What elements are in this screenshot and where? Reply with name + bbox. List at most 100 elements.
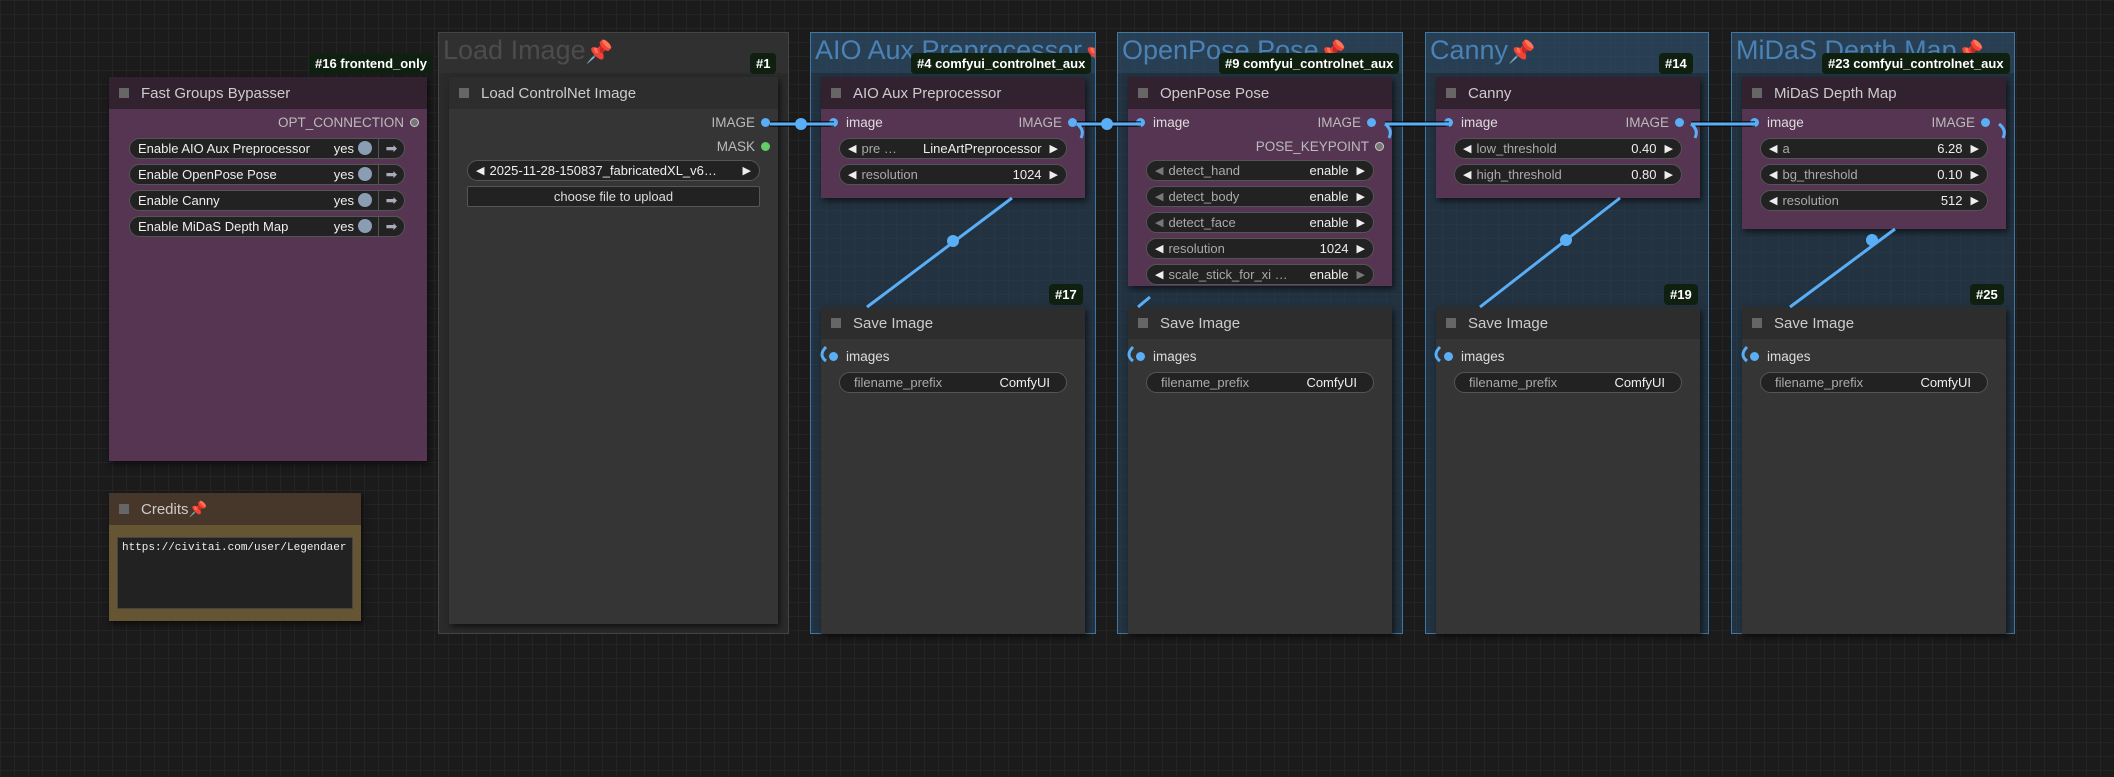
arrow-left-icon[interactable]: ◀ [848, 142, 856, 155]
arrow-right-icon[interactable]: ➡ [378, 164, 404, 184]
toggle-canny[interactable]: Enable Canny yes ➡ [129, 189, 405, 211]
input-dot[interactable] [1136, 351, 1145, 361]
arrow-right-icon[interactable]: ▶ [1050, 168, 1058, 181]
fast-groups-bypasser-node[interactable]: Fast Groups Bypasser OPT_CONNECTION Enab… [109, 77, 427, 461]
output-pose-keypoint[interactable]: POSE_KEYPOINT [1128, 135, 1392, 157]
arrow-right-icon[interactable]: ▶ [1050, 142, 1058, 155]
bg-threshold-widget[interactable]: ◀ bg_threshold 0.10 ▶ [1760, 163, 1988, 185]
low-threshold-widget[interactable]: ◀ low_threshold 0.40 ▶ [1454, 137, 1682, 159]
collapse-icon[interactable] [1138, 88, 1148, 98]
input-images[interactable]: images [1436, 343, 1700, 369]
detect-hand-toggle[interactable]: ◀ detect_hand enable ▶ [1146, 159, 1374, 181]
preprocessor-combo[interactable]: ◀ pre … LineArtPreprocessor ▶ [839, 137, 1067, 159]
collapse-icon[interactable] [1446, 88, 1456, 98]
midas-depth-map-node[interactable]: MiDaS Depth Map image IMAGE ◀ a 6.28 ▶ ◀ bg_t… [1742, 77, 2006, 229]
load-controlnet-image-node[interactable]: Load ControlNet Image IMAGE MASK ◀ 2025-1… [449, 77, 778, 624]
slot-dot[interactable] [761, 117, 770, 127]
high-threshold-widget[interactable]: ◀ high_threshold 0.80 ▶ [1454, 163, 1682, 185]
input-dot[interactable] [1136, 117, 1145, 127]
collapse-icon[interactable] [119, 504, 129, 514]
node-title[interactable]: OpenPose Pose [1128, 77, 1392, 109]
arrow-left-icon[interactable]: ◀ [1155, 268, 1163, 281]
output-dot[interactable] [1981, 117, 1990, 127]
scale-stick-toggle[interactable]: ◀ scale_stick_for_xi … enable ▶ [1146, 263, 1374, 285]
node-title[interactable]: MiDaS Depth Map [1742, 77, 2006, 109]
collapse-icon[interactable] [1752, 318, 1762, 328]
save-image-node[interactable]: Save Image images filename_prefix ComfyUI [1742, 307, 2006, 634]
arrow-left-icon[interactable]: ◀ [1155, 242, 1163, 255]
toggle-knob-icon[interactable] [358, 141, 372, 155]
input-images[interactable]: images [1128, 343, 1392, 369]
resolution-widget[interactable]: ◀ resolution 1024 ▶ [1146, 237, 1374, 259]
input-dot[interactable] [1444, 117, 1453, 127]
input-dot[interactable] [1444, 351, 1453, 361]
openpose-pose-node[interactable]: OpenPose Pose image IMAGE POSE_KEYPOINT ◀… [1128, 77, 1392, 286]
arrow-right-icon[interactable]: ▶ [1665, 168, 1673, 181]
canny-node[interactable]: Canny image IMAGE ◀ low_threshold 0.40 ▶ ◀ hi… [1436, 77, 1700, 198]
node-title[interactable]: Save Image [1128, 307, 1392, 339]
input-images[interactable]: images [821, 343, 1085, 369]
collapse-icon[interactable] [831, 88, 841, 98]
node-title[interactable]: Canny [1436, 77, 1700, 109]
arrow-left-icon[interactable]: ◀ [1769, 142, 1777, 155]
arrow-left-icon[interactable]: ◀ [1155, 190, 1163, 203]
node-title[interactable]: Fast Groups Bypasser [109, 77, 427, 109]
collapse-icon[interactable] [119, 88, 129, 98]
input-dot[interactable] [829, 351, 838, 361]
arrow-right-icon[interactable]: ▶ [1665, 142, 1673, 155]
arrow-right-icon[interactable]: ➡ [378, 190, 404, 210]
io-row[interactable]: image IMAGE [821, 109, 1085, 135]
filename-prefix-input[interactable]: filename_prefix ComfyUI [1760, 371, 1988, 393]
arrow-right-icon[interactable]: ▶ [1357, 268, 1365, 281]
arrow-left-icon[interactable]: ◀ [1463, 168, 1471, 181]
credits-textarea[interactable]: https://civitai.com/user/Legendaer [117, 537, 353, 609]
a-widget[interactable]: ◀ a 6.28 ▶ [1760, 137, 1988, 159]
arrow-right-icon[interactable]: ▶ [1357, 242, 1365, 255]
filename-prefix-input[interactable]: filename_prefix ComfyUI [839, 371, 1067, 393]
output-dot[interactable] [1068, 117, 1077, 127]
detect-face-toggle[interactable]: ◀ detect_face enable ▶ [1146, 211, 1374, 233]
toggle-midas[interactable]: Enable MiDaS Depth Map yes ➡ [129, 215, 405, 237]
save-image-node[interactable]: Save Image images filename_prefix ComfyUI [1128, 307, 1392, 634]
resolution-widget[interactable]: ◀ resolution 1024 ▶ [839, 163, 1067, 185]
toggle-aio[interactable]: Enable AIO Aux Preprocessor yes ➡ [129, 137, 405, 159]
arrow-right-icon[interactable]: ▶ [1971, 194, 1979, 207]
input-images[interactable]: images [1742, 343, 2006, 369]
io-row[interactable]: image IMAGE [1436, 109, 1700, 135]
aio-aux-preprocessor-node[interactable]: AIO Aux Preprocessor image IMAGE ◀ pre … Li… [821, 77, 1085, 198]
filename-prefix-input[interactable]: filename_prefix ComfyUI [1454, 371, 1682, 393]
arrow-left-icon[interactable]: ◀ [1155, 216, 1163, 229]
arrow-right-icon[interactable]: ▶ [1971, 168, 1979, 181]
node-title[interactable]: Load ControlNet Image [449, 77, 778, 109]
output-dot[interactable] [1367, 117, 1376, 127]
arrow-left-icon[interactable]: ◀ [476, 164, 484, 177]
slot-dot[interactable] [1375, 141, 1384, 151]
node-title[interactable]: Save Image [1742, 307, 2006, 339]
arrow-left-icon[interactable]: ◀ [1769, 168, 1777, 181]
arrow-right-icon[interactable]: ▶ [1357, 216, 1365, 229]
output-slot[interactable]: OPT_CONNECTION [109, 109, 427, 135]
output-image[interactable]: IMAGE [449, 109, 778, 135]
toggle-knob-icon[interactable] [358, 167, 372, 181]
toggle-knob-icon[interactable] [358, 193, 372, 207]
node-title[interactable]: Save Image [1436, 307, 1700, 339]
arrow-right-icon[interactable]: ➡ [378, 138, 404, 158]
input-dot[interactable] [1750, 351, 1759, 361]
arrow-right-icon[interactable]: ▶ [743, 164, 751, 177]
io-row[interactable]: image IMAGE [1742, 109, 2006, 135]
collapse-icon[interactable] [1138, 318, 1148, 328]
arrow-right-icon[interactable]: ▶ [1357, 164, 1365, 177]
credits-note-node[interactable]: Credits 📌 https://civitai.com/user/Legend… [109, 493, 361, 621]
collapse-icon[interactable] [1752, 88, 1762, 98]
upload-button[interactable]: choose file to upload [467, 185, 760, 207]
arrow-left-icon[interactable]: ◀ [848, 168, 856, 181]
arrow-left-icon[interactable]: ◀ [1155, 164, 1163, 177]
arrow-right-icon[interactable]: ▶ [1357, 190, 1365, 203]
toggle-knob-icon[interactable] [358, 219, 372, 233]
slot-dot[interactable] [761, 141, 770, 151]
input-dot[interactable] [1750, 117, 1759, 127]
filename-prefix-input[interactable]: filename_prefix ComfyUI [1146, 371, 1374, 393]
output-dot[interactable] [1675, 117, 1684, 127]
node-title[interactable]: Save Image [821, 307, 1085, 339]
arrow-left-icon[interactable]: ◀ [1769, 194, 1777, 207]
